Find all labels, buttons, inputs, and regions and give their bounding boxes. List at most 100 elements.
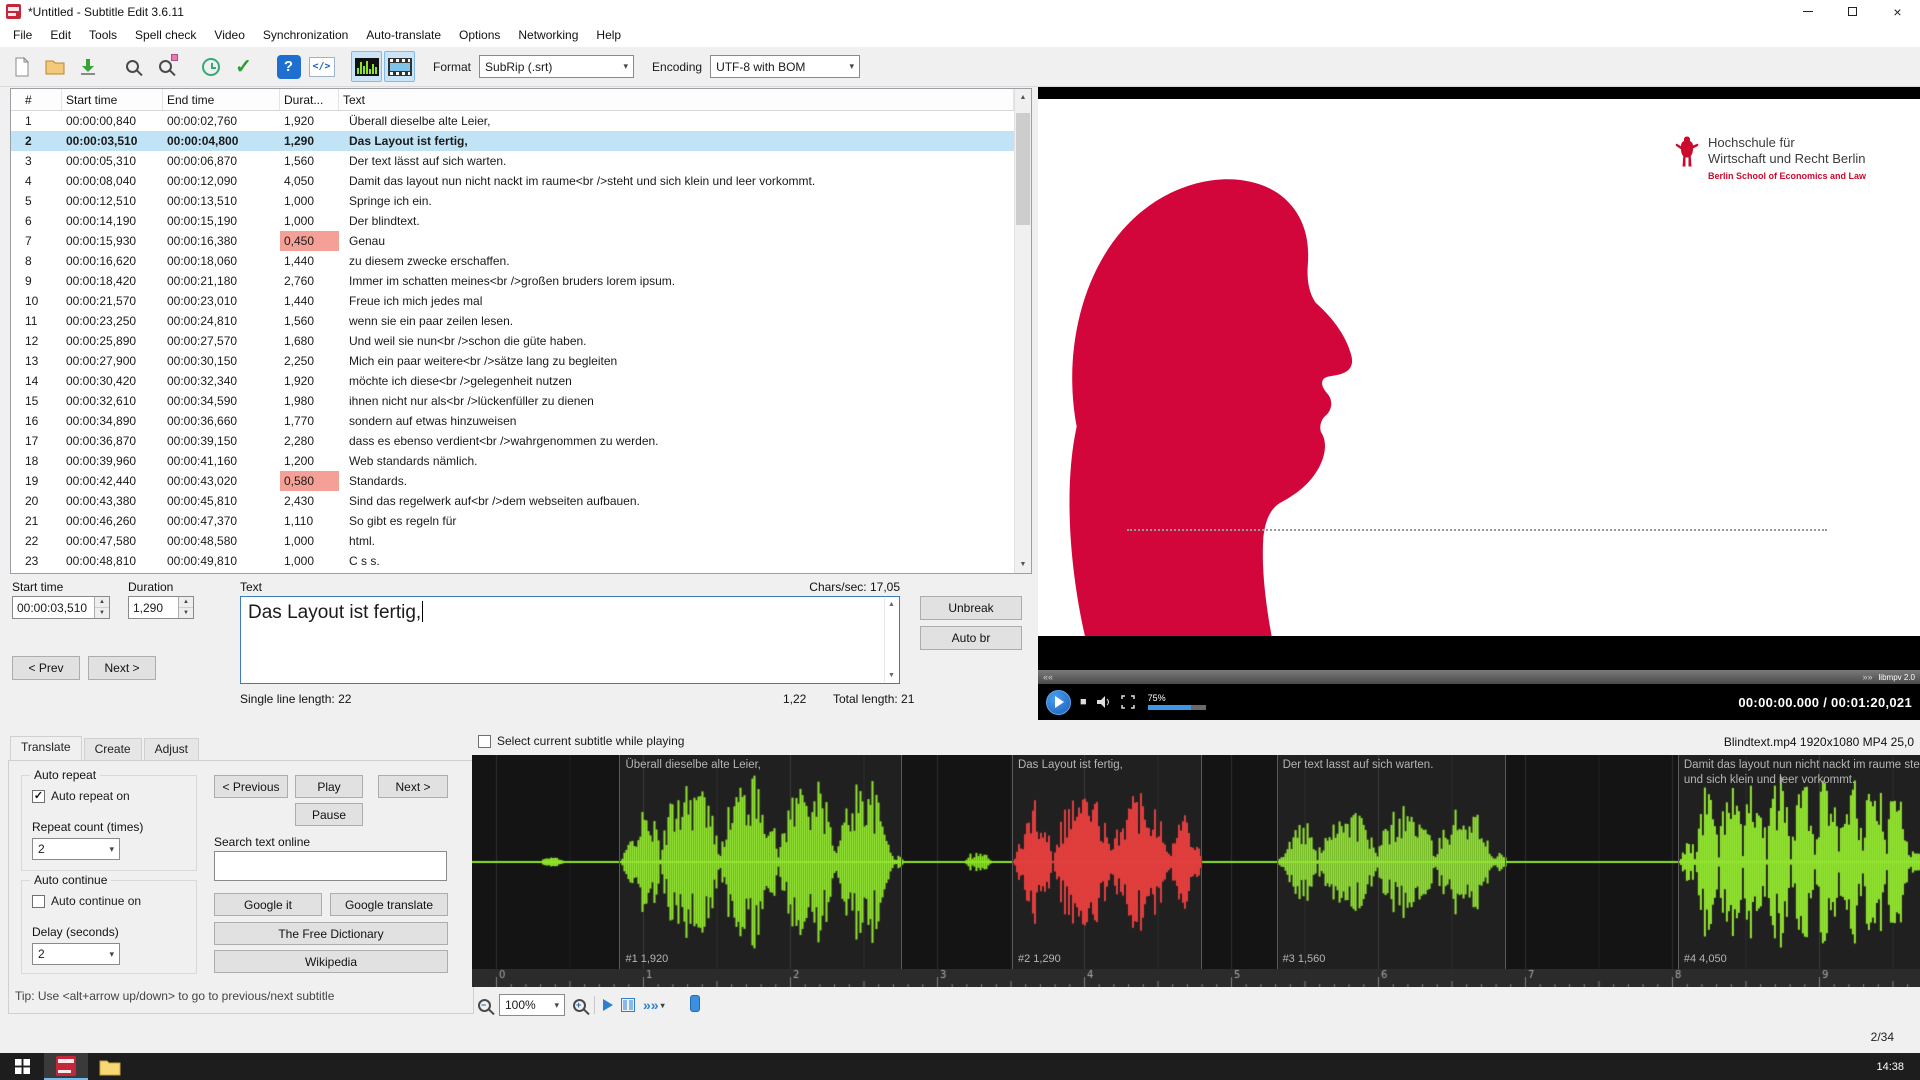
- subtitle-row[interactable]: 600:00:14,19000:00:15,1901,000Der blindt…: [11, 211, 1014, 231]
- subtitle-row[interactable]: 2000:00:43,38000:00:45,8102,430Sind das …: [11, 491, 1014, 511]
- unbreak-button[interactable]: Unbreak: [920, 596, 1022, 620]
- textbox-scrollbar[interactable]: ▲▼: [884, 598, 898, 682]
- scroll-down-icon[interactable]: ▼: [1015, 556, 1031, 573]
- scrollbar-thumb[interactable]: [1016, 113, 1030, 225]
- seek-back-icon[interactable]: ««: [1043, 672, 1053, 682]
- mute-button[interactable]: [1096, 695, 1112, 709]
- volume-slider[interactable]: [1148, 705, 1206, 710]
- seek-forward-icon[interactable]: »»: [1863, 672, 1873, 682]
- wikipedia-button[interactable]: Wikipedia: [214, 950, 448, 973]
- minimize-button[interactable]: [1785, 0, 1830, 23]
- subtitle-row[interactable]: 200:00:03,51000:00:04,8001,290Das Layout…: [11, 131, 1014, 151]
- repeat-count-select[interactable]: 2 ▾: [32, 838, 120, 860]
- toggle-waveform-button[interactable]: [351, 51, 382, 82]
- subtitle-row[interactable]: 900:00:18,42000:00:21,1802,760Immer im s…: [11, 271, 1014, 291]
- auto-repeat-checkbox[interactable]: ✓ Auto repeat on: [32, 789, 130, 803]
- start-time-spinner[interactable]: 00:00:03,510 ▲▼: [12, 596, 110, 619]
- auto-continue-checkbox[interactable]: Auto continue on: [32, 894, 141, 908]
- next-button[interactable]: Next >: [378, 775, 448, 798]
- encoding-select[interactable]: UTF-8 with BOM ▾: [710, 55, 860, 78]
- prev-subtitle-button[interactable]: < Prev: [12, 656, 80, 680]
- waveform-display[interactable]: Überall dieselbe alte Leier,#1 1,920 Das …: [472, 755, 1920, 969]
- subtitle-row[interactable]: 1600:00:34,89000:00:36,6601,770sondern a…: [11, 411, 1014, 431]
- video-display[interactable]: Hochschule für Wirtschaft und Recht Berl…: [1038, 87, 1920, 670]
- subtitle-row[interactable]: 2100:00:46,26000:00:47,3701,110So gibt e…: [11, 511, 1014, 531]
- taskbar-subtitle-edit[interactable]: [44, 1053, 88, 1080]
- playback-speed-icon[interactable]: »»▾: [643, 997, 665, 1013]
- menu-item-help[interactable]: Help: [587, 24, 630, 46]
- toggle-video-button[interactable]: [384, 51, 415, 82]
- menu-item-edit[interactable]: Edit: [41, 24, 80, 46]
- fullscreen-button[interactable]: [1121, 695, 1135, 709]
- column-header[interactable]: Start time: [62, 89, 163, 110]
- subtitle-row[interactable]: 1300:00:27,90000:00:30,1502,250Mich ein …: [11, 351, 1014, 371]
- volume-control[interactable]: 75%: [1148, 694, 1206, 710]
- free-dictionary-button[interactable]: The Free Dictionary: [214, 922, 448, 945]
- scroll-up-icon[interactable]: ▲: [1015, 89, 1031, 106]
- play-button[interactable]: [1046, 690, 1071, 715]
- duration-spinner[interactable]: 1,290 ▲▼: [128, 596, 194, 619]
- subtitle-row[interactable]: 1500:00:32,61000:00:34,5901,980ihnen nic…: [11, 391, 1014, 411]
- google-it-button[interactable]: Google it: [214, 893, 322, 916]
- tab-adjust[interactable]: Adjust: [144, 738, 199, 760]
- subtitle-row[interactable]: 2300:00:48,81000:00:49,8101,000C s s.: [11, 551, 1014, 571]
- subtitle-row[interactable]: 800:00:16,62000:00:18,0601,440zu diesem …: [11, 251, 1014, 271]
- spell-check-button[interactable]: ✓: [228, 51, 259, 82]
- menu-item-tools[interactable]: Tools: [80, 24, 126, 46]
- column-header[interactable]: Durat...: [280, 89, 339, 110]
- format-select[interactable]: SubRip (.srt) ▾: [479, 55, 634, 78]
- spinner-arrows[interactable]: ▲▼: [94, 597, 109, 618]
- select-current-checkbox[interactable]: Select current subtitle while playing: [478, 734, 684, 748]
- previous-button[interactable]: < Previous: [214, 775, 288, 798]
- close-button[interactable]: ×: [1875, 0, 1920, 23]
- waveform-region[interactable]: Das Layout ist fertig,#2 1,290: [1012, 755, 1202, 969]
- waveform-region[interactable]: Überall dieselbe alte Leier,#1 1,920: [619, 755, 901, 969]
- waveform-position-thumb[interactable]: [690, 995, 700, 1012]
- timeline-ruler[interactable]: [472, 969, 1920, 987]
- delay-select[interactable]: 2 ▾: [32, 943, 120, 965]
- subtitle-row[interactable]: 400:00:08,04000:00:12,0904,050Damit das …: [11, 171, 1014, 191]
- source-view-button[interactable]: </>: [306, 51, 337, 82]
- column-header[interactable]: #: [11, 89, 62, 110]
- next-subtitle-button[interactable]: Next >: [88, 656, 156, 680]
- menu-item-networking[interactable]: Networking: [509, 24, 587, 46]
- play-subtitle-button[interactable]: Play: [295, 775, 363, 798]
- tab-create[interactable]: Create: [84, 738, 142, 760]
- zoom-out-icon[interactable]: −: [478, 999, 491, 1012]
- subtitle-row[interactable]: 2200:00:47,58000:00:48,5801,000html.: [11, 531, 1014, 551]
- pause-button[interactable]: Pause: [295, 803, 363, 826]
- subtitle-row[interactable]: 1100:00:23,25000:00:24,8101,560wenn sie …: [11, 311, 1014, 331]
- subtitle-row[interactable]: 1000:00:21,57000:00:23,0101,440Freue ich…: [11, 291, 1014, 311]
- stop-button[interactable]: ■: [1080, 697, 1087, 708]
- subtitle-row[interactable]: 500:00:12,51000:00:13,5101,000Springe ic…: [11, 191, 1014, 211]
- subtitle-row[interactable]: 1200:00:25,89000:00:27,5701,680Und weil …: [11, 331, 1014, 351]
- vertical-zoom-icon[interactable]: [621, 998, 635, 1012]
- visual-sync-button[interactable]: [195, 51, 226, 82]
- find-button[interactable]: [117, 51, 148, 82]
- subtitle-row[interactable]: 300:00:05,31000:00:06,8701,560Der text l…: [11, 151, 1014, 171]
- waveform-play-icon[interactable]: [603, 999, 613, 1011]
- column-header[interactable]: Text: [339, 89, 1014, 110]
- list-scrollbar[interactable]: ▲ ▼: [1014, 89, 1031, 573]
- subtitle-row[interactable]: 1800:00:39,96000:00:41,1601,200Web stand…: [11, 451, 1014, 471]
- taskbar-file-explorer[interactable]: [88, 1053, 132, 1080]
- subtitle-text-input[interactable]: Das Layout ist fertig, ▲▼: [240, 596, 900, 684]
- subtitle-row[interactable]: 700:00:15,93000:00:16,3800,450Genau: [11, 231, 1014, 251]
- zoom-level-select[interactable]: 100% ▾: [499, 994, 565, 1016]
- video-seekbar[interactable]: «« »» libmpv 2.0: [1038, 670, 1920, 684]
- zoom-in-icon[interactable]: +: [573, 999, 586, 1012]
- auto-br-button[interactable]: Auto br: [920, 626, 1022, 650]
- waveform-region[interactable]: Damit das layout nun nicht nackt im raum…: [1678, 755, 1920, 969]
- waveform-region[interactable]: Der text lasst auf sich warten.#3 1,560: [1277, 755, 1506, 969]
- search-text-input[interactable]: [214, 851, 447, 881]
- column-header[interactable]: End time: [163, 89, 280, 110]
- open-file-button[interactable]: [39, 51, 70, 82]
- help-button[interactable]: ?: [273, 51, 304, 82]
- maximize-button[interactable]: [1830, 0, 1875, 23]
- menu-item-file[interactable]: File: [4, 24, 41, 46]
- menu-item-auto-translate[interactable]: Auto-translate: [357, 24, 450, 46]
- menu-item-spell-check[interactable]: Spell check: [126, 24, 205, 46]
- tab-translate[interactable]: Translate: [10, 736, 82, 760]
- subtitle-row[interactable]: 1900:00:42,44000:00:43,0200,580Standards…: [11, 471, 1014, 491]
- subtitle-row[interactable]: 1400:00:30,42000:00:32,3401,920möchte ic…: [11, 371, 1014, 391]
